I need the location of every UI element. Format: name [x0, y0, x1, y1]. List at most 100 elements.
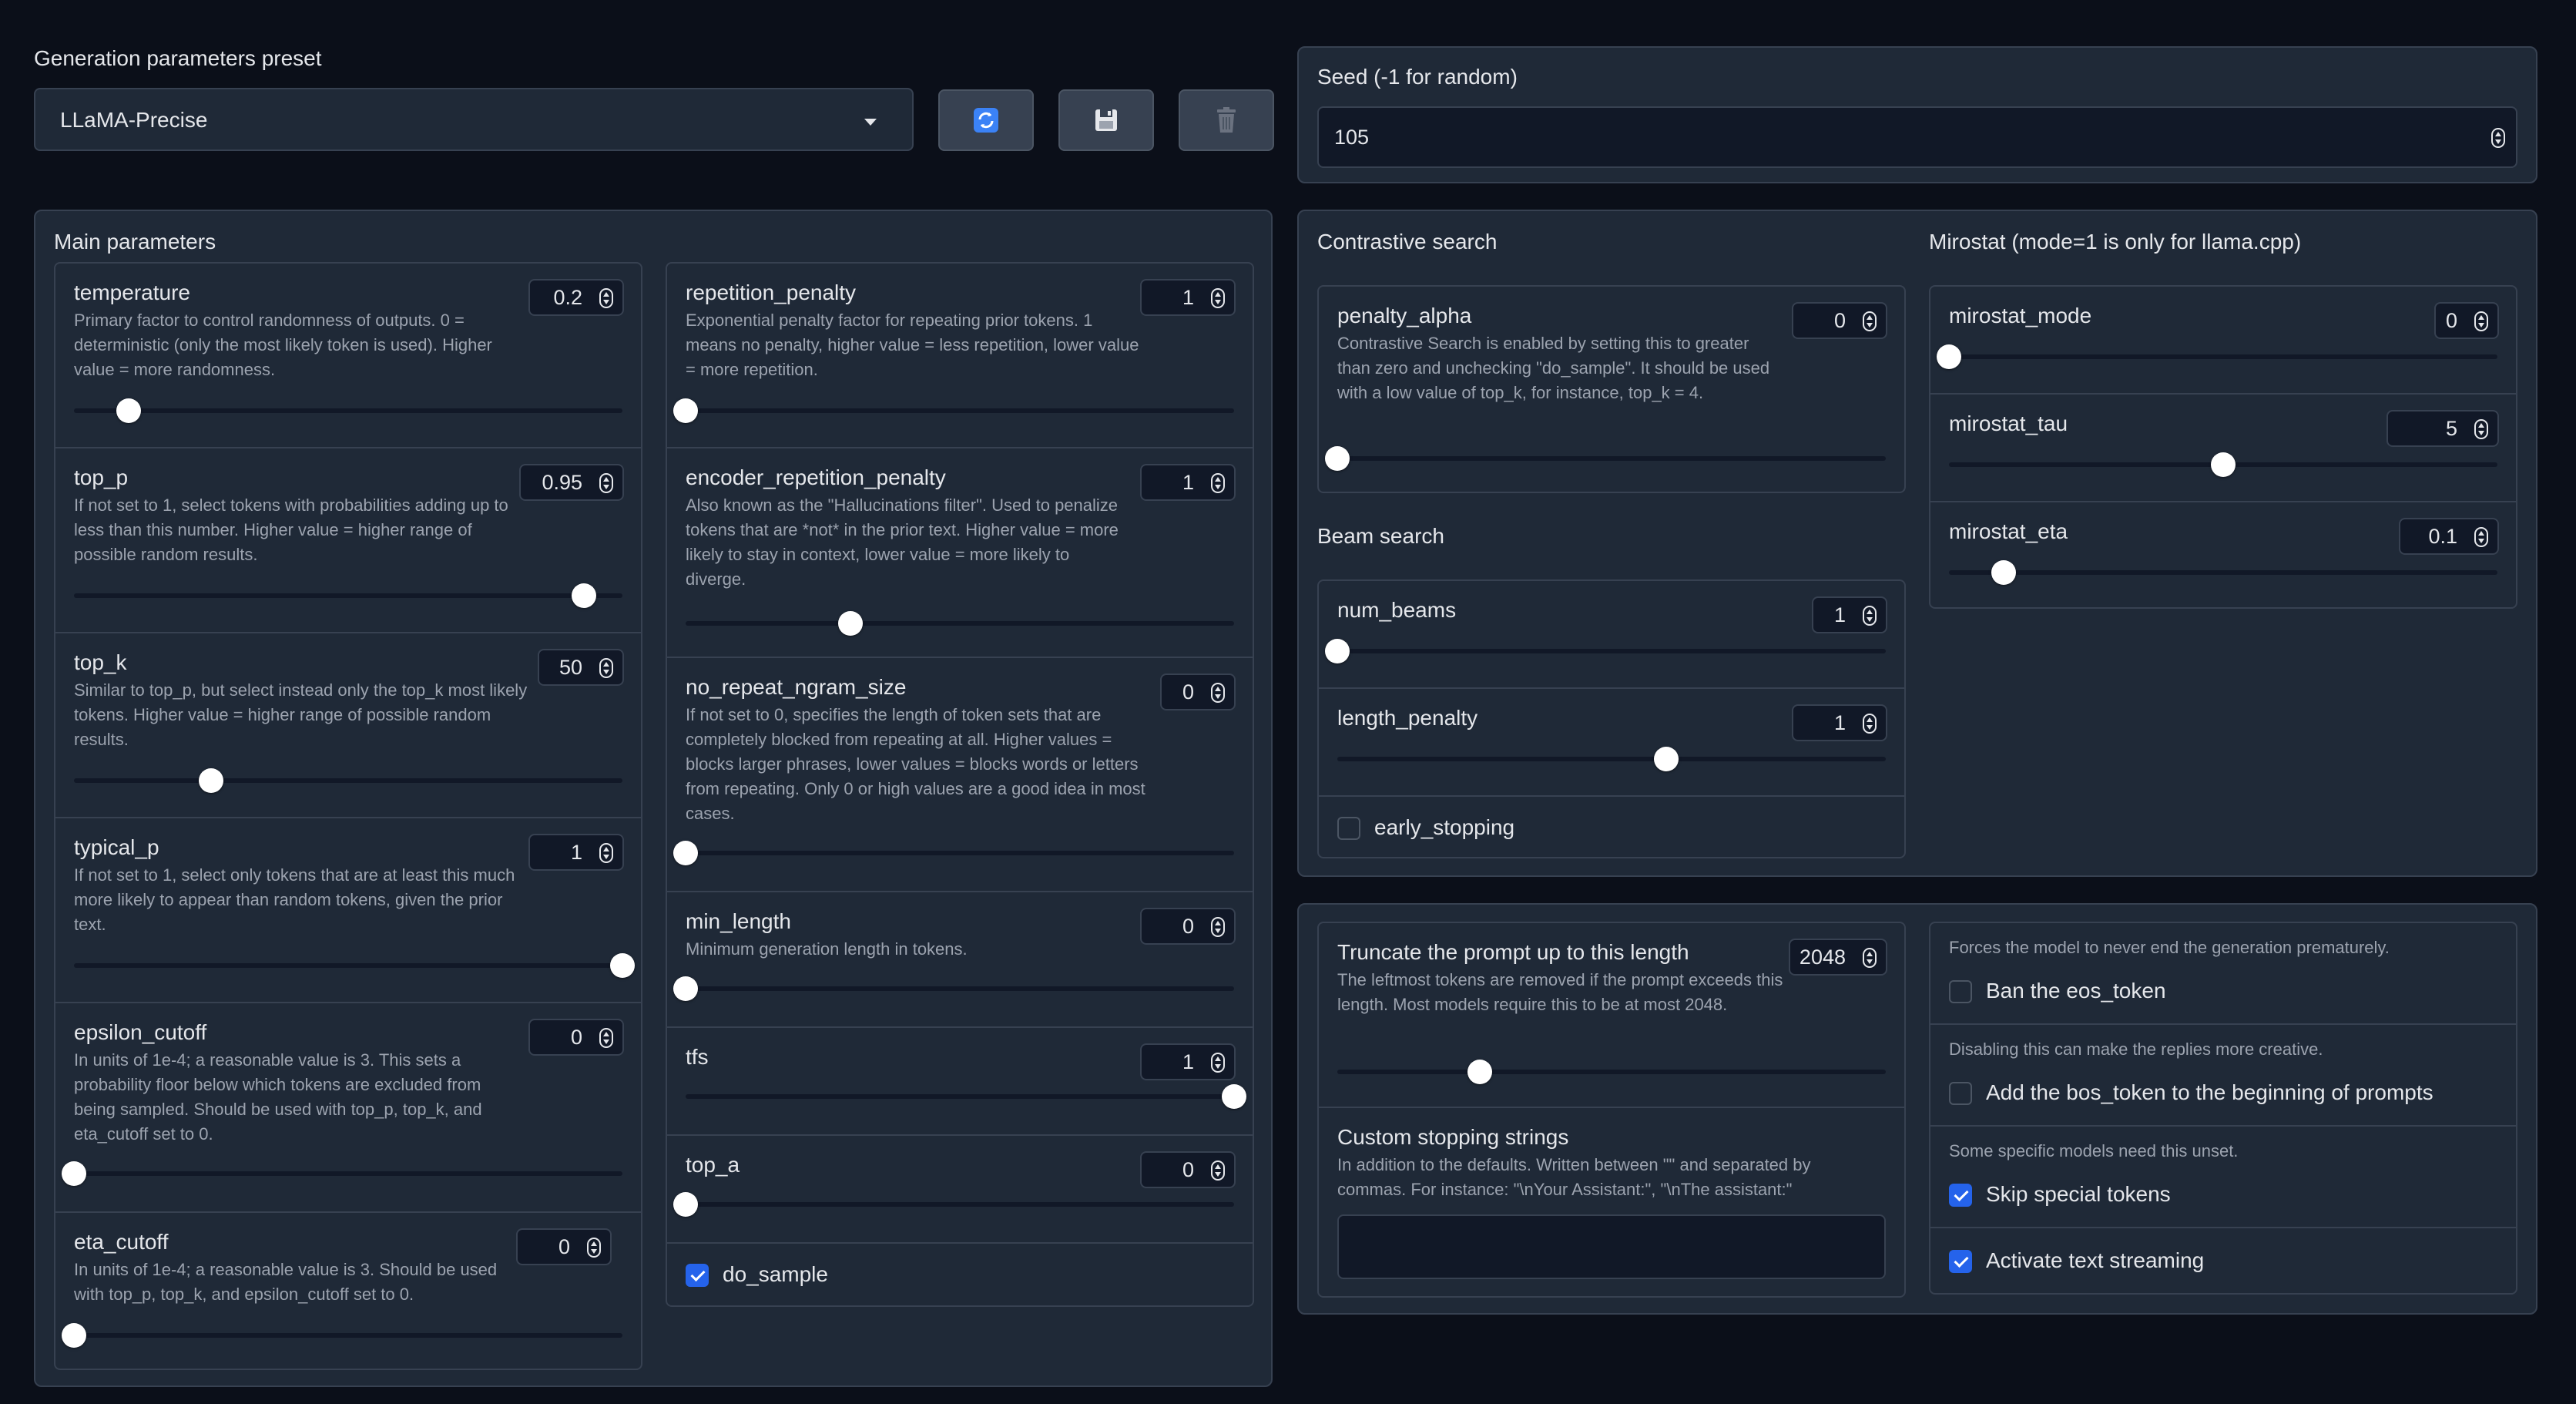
seed-input[interactable]: 105 [1317, 106, 2517, 168]
spinner-icon[interactable] [599, 658, 613, 678]
spinner-icon[interactable] [1863, 714, 1877, 734]
mirostat-mode-input[interactable]: 0 [2434, 302, 2499, 339]
mirostat-tau-slider-thumb[interactable] [2211, 452, 2236, 477]
spinner-icon[interactable] [1211, 473, 1225, 493]
no-repeat-ngram-size-slider-thumb[interactable] [673, 841, 698, 865]
top-k-label: top_k [74, 650, 127, 674]
mirostat-eta-slider[interactable] [1949, 560, 2497, 585]
spinner-icon[interactable] [2474, 311, 2488, 331]
mirostat-mode-slider[interactable] [1937, 344, 2497, 369]
num-beams-slider[interactable] [1325, 639, 1886, 663]
mirostat-eta-slider-thumb[interactable] [1991, 560, 2017, 585]
encoder-repetition-penalty-slider-thumb[interactable] [837, 611, 863, 636]
refresh-preset-button[interactable] [938, 89, 1034, 151]
preset-dropdown[interactable]: LLaMA-Precise [34, 88, 914, 151]
spinner-icon[interactable] [2491, 128, 2505, 148]
mirostat-tau-input[interactable]: 5 [2386, 410, 2499, 447]
top-a-slider[interactable] [673, 1192, 1234, 1217]
min-length-slider-thumb[interactable] [673, 976, 698, 1001]
typical-p-slider[interactable] [74, 953, 635, 978]
tfs-slider[interactable] [686, 1084, 1246, 1109]
top-k-slider[interactable] [74, 768, 622, 793]
typical-p-slider-thumb[interactable] [610, 953, 635, 978]
delete-preset-button[interactable] [1179, 89, 1274, 151]
contrastive-search-title: Contrastive search [1317, 230, 1498, 254]
do-sample-checkbox[interactable] [686, 1264, 709, 1287]
length-penalty-input[interactable]: 1 [1792, 704, 1887, 741]
spinner-icon[interactable] [587, 1238, 601, 1258]
ban-eos-checkbox[interactable] [1949, 980, 1972, 1003]
spinner-icon[interactable] [1211, 288, 1225, 308]
top-a-slider-thumb[interactable] [673, 1192, 698, 1217]
top-k-info: Similar to top_p, but select instead onl… [74, 680, 528, 749]
top-a-input[interactable]: 0 [1140, 1151, 1236, 1188]
top-p-slider[interactable] [74, 583, 622, 608]
save-preset-button[interactable] [1058, 89, 1154, 151]
truncate-length-input[interactable]: 2048 [1789, 939, 1887, 976]
spinner-icon[interactable] [1863, 311, 1877, 331]
num-beams-input[interactable]: 1 [1812, 596, 1887, 633]
prompt-length-group: Truncate the prompt up to this length 20… [1317, 922, 1906, 1298]
temperature-input[interactable]: 0.2 [528, 279, 624, 316]
top-k-input[interactable]: 50 [538, 649, 624, 686]
mirostat-mode-slider-thumb[interactable] [1937, 344, 1961, 369]
encoder-repetition-penalty-slider[interactable] [686, 611, 1234, 636]
length-penalty-slider[interactable] [1337, 747, 1886, 771]
spinner-icon[interactable] [1211, 1160, 1225, 1181]
tfs-input[interactable]: 1 [1140, 1043, 1236, 1080]
spinner-icon[interactable] [1211, 683, 1225, 703]
top-a-slider-row: top_a 0 [667, 1136, 1253, 1244]
mirostat-tau-slider[interactable] [1949, 452, 2497, 477]
repetition-penalty-slider[interactable] [673, 398, 1234, 423]
epsilon-cutoff-slider[interactable] [62, 1161, 622, 1186]
penalty-alpha-input[interactable]: 0 [1792, 302, 1887, 339]
spinner-icon[interactable] [599, 843, 613, 863]
top-k-slider-thumb[interactable] [199, 768, 223, 793]
spinner-icon[interactable] [2474, 419, 2488, 439]
epsilon-cutoff-value: 0 [570, 1025, 582, 1049]
penalty-alpha-slider[interactable] [1325, 446, 1886, 471]
truncate-length-slider-thumb[interactable] [1467, 1060, 1493, 1084]
eta-cutoff-input[interactable]: 0 [516, 1228, 612, 1265]
custom-stopping-strings-input[interactable] [1337, 1214, 1886, 1279]
mirostat-eta-input[interactable]: 0.1 [2399, 518, 2499, 555]
text-streaming-checkbox[interactable] [1949, 1250, 1972, 1273]
spinner-icon[interactable] [599, 1028, 613, 1048]
main-parameters-title: Main parameters [54, 230, 216, 254]
temperature-slider-thumb[interactable] [116, 398, 142, 423]
temperature-slider[interactable] [74, 398, 622, 423]
add-bos-checkbox[interactable] [1949, 1082, 1972, 1105]
top-a-value: 0 [1182, 1157, 1194, 1181]
eta-cutoff-slider-thumb[interactable] [62, 1323, 86, 1348]
min-length-input[interactable]: 0 [1140, 908, 1236, 945]
epsilon-cutoff-input[interactable]: 0 [528, 1019, 624, 1056]
prompt-options-panel: Truncate the prompt up to this length 20… [1297, 903, 2537, 1315]
repetition-penalty-slider-thumb[interactable] [673, 398, 698, 423]
top-p-slider-thumb[interactable] [572, 583, 597, 608]
top-p-input[interactable]: 0.95 [519, 464, 624, 501]
repetition-penalty-input[interactable]: 1 [1140, 279, 1236, 316]
no-repeat-ngram-size-label: no_repeat_ngram_size [686, 675, 907, 699]
encoder-repetition-penalty-input[interactable]: 1 [1140, 464, 1236, 501]
penalty-alpha-slider-thumb[interactable] [1325, 446, 1350, 471]
skip-special-tokens-checkbox[interactable] [1949, 1184, 1972, 1207]
spinner-icon[interactable] [599, 288, 613, 308]
no-repeat-ngram-size-input[interactable]: 0 [1160, 673, 1236, 710]
spinner-icon[interactable] [2474, 527, 2488, 547]
min-length-slider[interactable] [673, 976, 1234, 1001]
truncate-length-slider[interactable] [1337, 1060, 1886, 1084]
epsilon-cutoff-slider-thumb[interactable] [62, 1161, 86, 1186]
spinner-icon[interactable] [1863, 606, 1877, 626]
tfs-slider-thumb[interactable] [1222, 1084, 1246, 1109]
no-repeat-ngram-size-slider[interactable] [673, 841, 1234, 865]
eta-cutoff-slider[interactable] [62, 1323, 622, 1348]
spinner-icon[interactable] [1863, 948, 1877, 968]
spinner-icon[interactable] [599, 473, 613, 493]
early-stopping-checkbox[interactable] [1337, 817, 1360, 840]
length-penalty-slider-thumb[interactable] [1654, 747, 1679, 771]
spinner-icon[interactable] [1211, 917, 1225, 937]
epsilon-cutoff-slider-row: epsilon_cutoff 0 In units of 1e-4; a rea… [55, 1003, 641, 1213]
typical-p-input[interactable]: 1 [528, 834, 624, 871]
num-beams-slider-thumb[interactable] [1325, 639, 1350, 663]
spinner-icon[interactable] [1211, 1053, 1225, 1073]
